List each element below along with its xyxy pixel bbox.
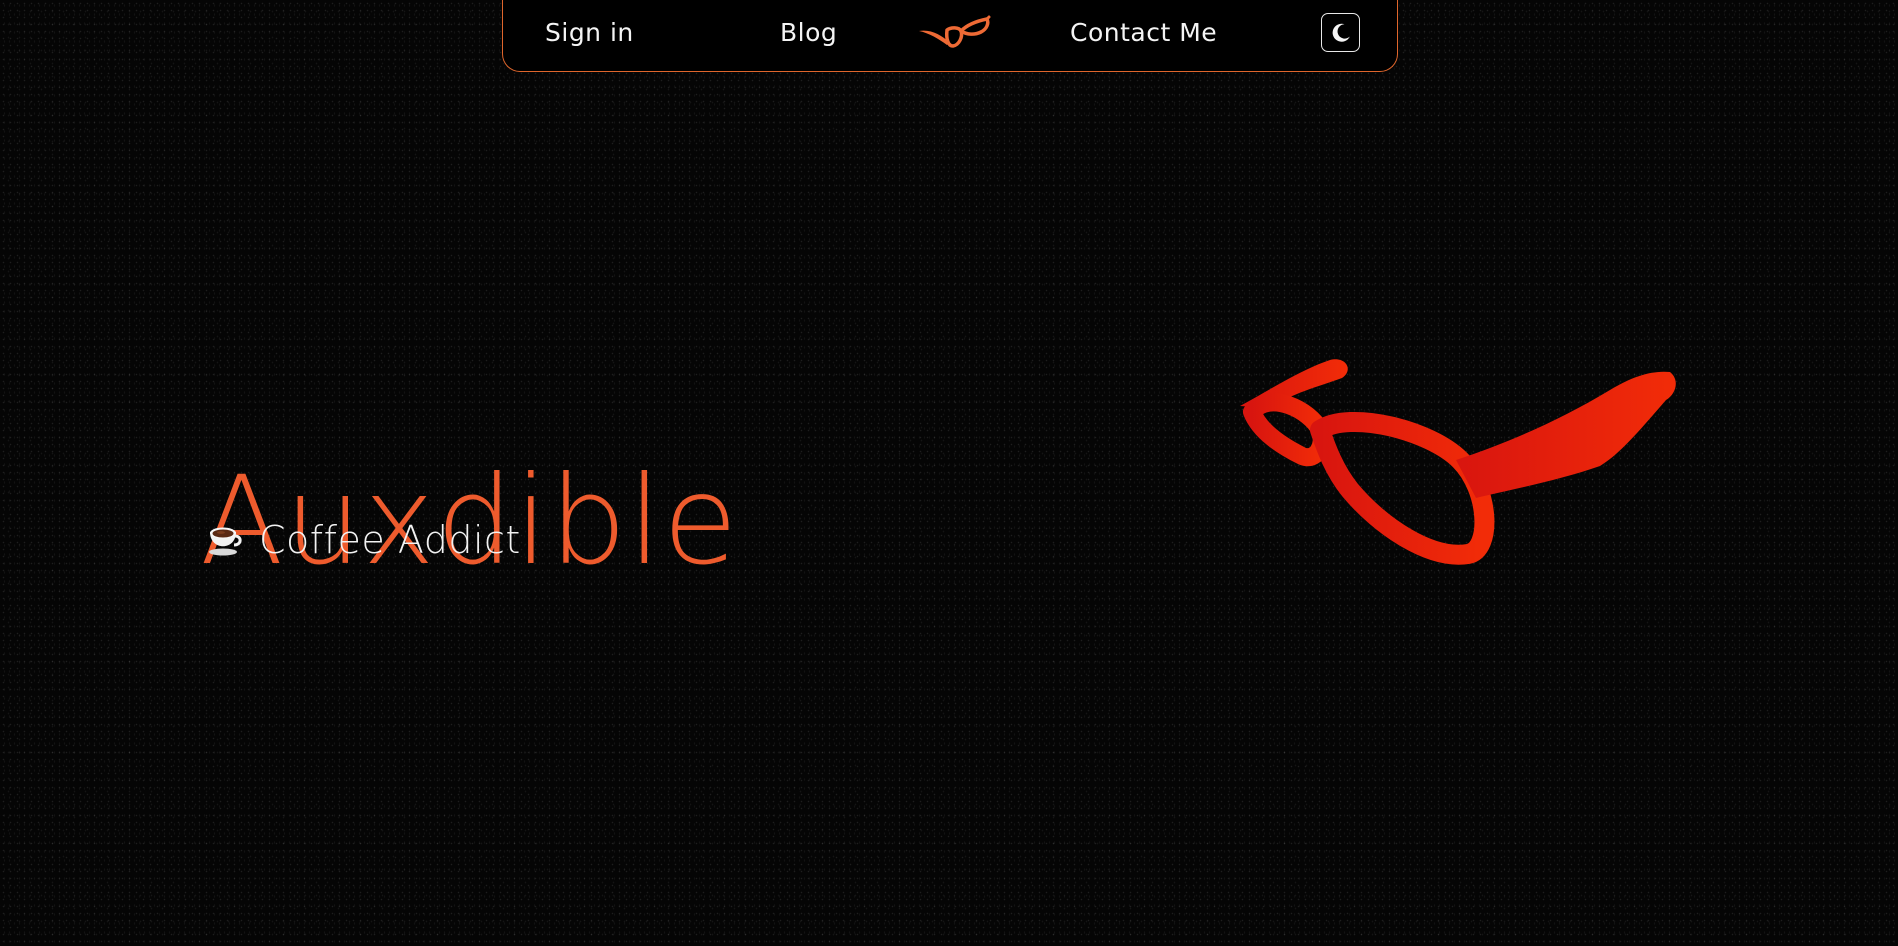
coffee-cup-icon <box>209 527 242 556</box>
nav-sign-in-link[interactable]: Sign in <box>545 18 634 47</box>
theme-toggle-button[interactable] <box>1321 13 1360 52</box>
hero-subtitle-row: Coffee Addict <box>207 518 521 562</box>
nav-contact-me-link[interactable]: Contact Me <box>1070 18 1217 47</box>
glasses-illustration-icon <box>1240 359 1676 565</box>
glasses-logo-icon[interactable] <box>917 15 991 51</box>
top-navbar: Sign in Blog Contact Me <box>502 0 1398 72</box>
hero-subtitle: Coffee Addict <box>259 518 521 562</box>
nav-blog-link[interactable]: Blog <box>780 18 837 47</box>
moon-icon <box>1332 23 1350 42</box>
